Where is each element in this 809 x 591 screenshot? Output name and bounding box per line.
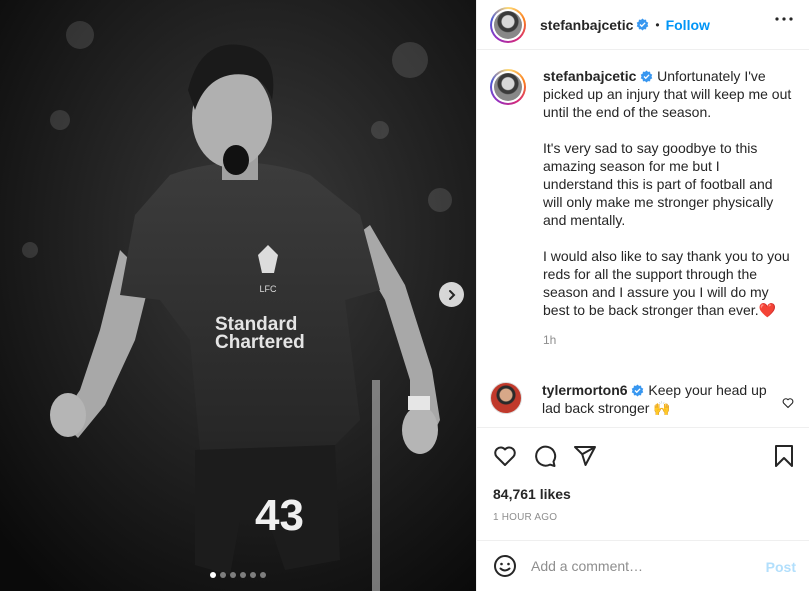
comment-item: tylermorton6 Keep your head up lad back …: [490, 381, 800, 417]
sponsor-line2: Chartered: [215, 332, 305, 353]
emoji-smiley-icon[interactable]: [493, 554, 517, 578]
post-photo[interactable]: LFC Standard Chartered 43: [0, 0, 476, 591]
comment-input[interactable]: [531, 558, 751, 574]
post-actions-bar: [493, 444, 798, 470]
chevron-right-icon: [448, 289, 455, 300]
post-comment-button[interactable]: Post: [766, 559, 796, 575]
carousel-dot: [240, 572, 246, 578]
raised-hands-emoji: 🙌: [653, 400, 671, 416]
carousel-dot: [210, 572, 216, 578]
header-separator: •: [655, 17, 660, 32]
caption-author-avatar[interactable]: [490, 69, 526, 105]
carousel-indicator: [0, 572, 476, 578]
commenter-avatar[interactable]: [490, 382, 522, 414]
caption-text-2: It's very sad to say goodbye to this ama…: [543, 140, 774, 228]
post-header: stefanbajcetic • Follow: [477, 0, 809, 50]
shorts-number: 43: [255, 491, 304, 540]
caption-username[interactable]: stefanbajcetic: [543, 68, 636, 84]
more-options-icon[interactable]: [775, 17, 793, 21]
comment-like-heart-icon[interactable]: [782, 397, 794, 409]
comment-bubble-icon[interactable]: [533, 444, 557, 468]
verified-badge-icon: [637, 18, 649, 31]
caption-text-3: I would also like to say thank you to yo…: [543, 248, 790, 318]
caption-timestamp[interactable]: 1h: [543, 331, 793, 349]
red-heart-emoji: ❤️: [758, 302, 777, 318]
carousel-dot: [230, 572, 236, 578]
follow-button[interactable]: Follow: [666, 17, 710, 33]
post-details-panel: stefanbajcetic • Follow stefanbajcetic U…: [476, 0, 809, 591]
add-comment-bar: Post: [477, 540, 809, 591]
carousel-dot: [260, 572, 266, 578]
commenter-username[interactable]: tylermorton6: [542, 382, 628, 398]
carousel-next-button[interactable]: [439, 282, 464, 307]
carousel-dot: [250, 572, 256, 578]
verified-badge-icon: [641, 70, 653, 83]
author-username[interactable]: stefanbajcetic: [540, 17, 633, 33]
like-count[interactable]: 84,761 likes: [493, 486, 571, 502]
paper-plane-icon[interactable]: [573, 444, 597, 468]
verified-badge-icon: [632, 384, 644, 397]
post-date[interactable]: 1 HOUR AGO: [493, 512, 557, 523]
author-avatar[interactable]: [490, 6, 526, 43]
carousel-dot: [220, 572, 226, 578]
post-caption: stefanbajcetic Unfortunately I've picked…: [490, 67, 800, 349]
bookmark-icon[interactable]: [774, 444, 794, 468]
crest-label: LFC: [259, 284, 277, 294]
heart-icon[interactable]: [493, 444, 517, 468]
player-celebration-image: LFC Standard Chartered 43: [0, 0, 476, 591]
comments-section: stefanbajcetic Unfortunately I've picked…: [477, 51, 809, 428]
